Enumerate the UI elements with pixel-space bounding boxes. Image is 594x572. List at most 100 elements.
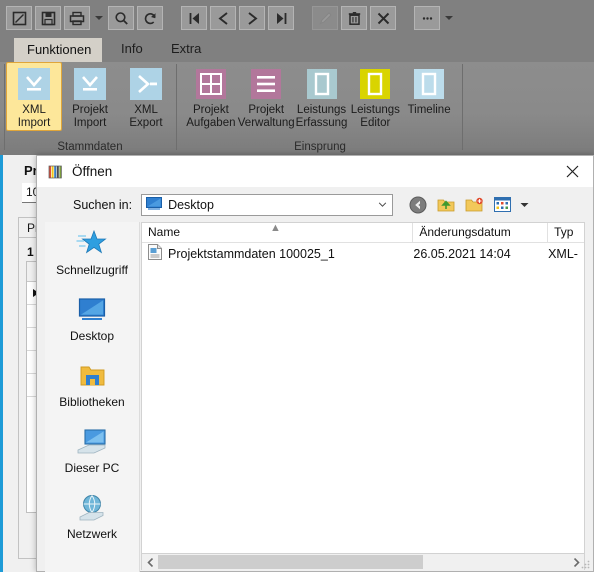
file-list: Name ▲ Änderungsdatum Typ Projektstammda… xyxy=(141,222,585,554)
open-file-dialog: Öffnen Suchen in: Desktop Schnellzugriff… xyxy=(36,155,594,572)
dialog-titlebar: Öffnen xyxy=(37,156,593,187)
close-icon[interactable] xyxy=(551,156,593,187)
view-menu-icon[interactable] xyxy=(491,194,513,216)
column-header-name-label: Name xyxy=(148,225,181,239)
sidebar-item-dieser-pc[interactable]: Dieser PC xyxy=(45,420,139,486)
cancel-x-icon[interactable] xyxy=(370,6,396,30)
ribbon-button-xml-export-label: XML Export xyxy=(129,104,163,129)
ribbon-button-leistungs-editor[interactable]: Leistungs Editor xyxy=(348,62,402,130)
tab-info-label: Info xyxy=(121,41,143,56)
xml-export-icon xyxy=(129,67,163,101)
column-header-name[interactable]: Name ▲ xyxy=(142,222,414,242)
sidebar-item-schnellzugriff[interactable]: Schnellzugriff xyxy=(45,222,139,288)
file-list-item-type: XML- xyxy=(548,246,578,261)
up-one-level-icon[interactable] xyxy=(435,194,457,216)
ribbon-button-leistungs-erfassung-label: Leistungs Erfassung xyxy=(295,104,348,129)
new-document-icon[interactable] xyxy=(6,6,32,30)
dialog-body: Schnellzugriff Desktop Bibliotheken Dies… xyxy=(37,222,593,572)
delete-trash-icon[interactable] xyxy=(341,6,367,30)
look-in-value: Desktop xyxy=(168,197,214,212)
scroll-left-icon[interactable] xyxy=(142,554,158,570)
scrollbar-thumb[interactable] xyxy=(158,555,423,569)
sort-indicator-icon: ▲ xyxy=(270,222,281,234)
refresh-icon[interactable] xyxy=(137,6,163,30)
openfile-colorbars-icon xyxy=(47,163,64,180)
more-options-caret[interactable] xyxy=(443,6,455,30)
tab-extra[interactable]: Extra xyxy=(158,36,214,62)
desktop-monitor-icon xyxy=(146,196,163,213)
sidebar-item-netzwerk-label: Netzwerk xyxy=(66,527,117,541)
more-options-icon[interactable] xyxy=(414,6,440,30)
sidebar-item-dieser-pc-label: Dieser PC xyxy=(64,461,120,475)
next-record-icon[interactable] xyxy=(239,6,265,30)
ribbon-button-projekt-verwaltung[interactable]: Projekt Verwaltung xyxy=(238,62,295,130)
ribbon-group-stammdaten-label: Stammdaten xyxy=(57,141,123,153)
ribbon-button-xml-import-label: XML Import xyxy=(17,104,51,129)
sidebar-item-netzwerk[interactable]: Netzwerk xyxy=(45,486,139,552)
column-header-type-label: Typ xyxy=(554,225,574,239)
column-header-type[interactable]: Typ xyxy=(548,223,584,242)
sidebar-item-bibliotheken[interactable]: Bibliotheken xyxy=(45,354,139,420)
projekt-import-icon xyxy=(73,67,107,101)
ribbon-button-projekt-import[interactable]: Projekt Import xyxy=(62,62,118,130)
last-record-icon[interactable] xyxy=(268,6,294,30)
resize-grip-icon[interactable] xyxy=(580,559,590,569)
leistungs-editor-icon xyxy=(358,67,392,101)
ribbon-button-xml-import[interactable]: XML Import xyxy=(6,62,63,131)
create-new-folder-icon[interactable] xyxy=(463,194,485,216)
ribbon-button-timeline-label: Timeline xyxy=(407,104,451,116)
ribbon-button-projekt-aufgaben[interactable]: Projekt Aufgaben xyxy=(184,62,238,130)
print-icon[interactable] xyxy=(64,6,90,30)
quick-access-toolbar xyxy=(0,0,594,36)
back-navigation-icon[interactable] xyxy=(407,194,429,216)
application-window: Funktionen Info Extra XML Import Projekt… xyxy=(0,0,594,572)
file-list-header: Name ▲ Änderungsdatum Typ xyxy=(142,222,584,243)
file-list-item-name: Projektstammdaten 100025_1 xyxy=(168,246,335,261)
previous-record-icon[interactable] xyxy=(210,6,236,30)
print-dropdown-caret[interactable] xyxy=(93,6,105,30)
edit-pencil-icon xyxy=(312,6,338,30)
file-list-item-modified: 26.05.2021 14:04 xyxy=(413,246,511,261)
sidebar-item-schnellzugriff-label: Schnellzugriff xyxy=(56,263,128,277)
this-pc-icon xyxy=(76,424,108,460)
tab-info[interactable]: Info xyxy=(108,36,156,62)
projekt-verwaltung-icon xyxy=(249,67,283,101)
ribbon-button-projekt-aufgaben-label: Projekt Aufgaben xyxy=(186,104,236,129)
xml-file-icon xyxy=(148,244,162,263)
ribbon-group-stammdaten: XML Import Projekt Import XML Export Sta… xyxy=(6,62,174,155)
look-in-bar: Suchen in: Desktop xyxy=(37,187,593,222)
tab-funktionen[interactable]: Funktionen xyxy=(14,38,102,62)
ribbon-button-leistungs-erfassung[interactable]: Leistungs Erfassung xyxy=(295,62,349,130)
ribbon-panel: XML Import Projekt Import XML Export Sta… xyxy=(0,62,594,156)
tab-extra-label: Extra xyxy=(171,41,202,56)
column-header-modified[interactable]: Änderungsdatum xyxy=(413,223,549,242)
ribbon-button-xml-export[interactable]: XML Export xyxy=(118,62,174,130)
save-icon[interactable] xyxy=(35,6,61,30)
sidebar-item-desktop-label: Desktop xyxy=(69,329,115,343)
ribbon-button-projekt-import-label: Projekt Import xyxy=(72,104,108,129)
column-header-modified-label: Änderungsdatum xyxy=(419,225,511,239)
first-record-icon[interactable] xyxy=(181,6,207,30)
ribbon-group-einsprung: Projekt Aufgaben Projekt Verwaltung Leis… xyxy=(184,62,456,155)
file-list-item[interactable]: Projektstammdaten 100025_1 26.05.2021 14… xyxy=(142,243,584,264)
sidebar-item-bibliotheken-label: Bibliotheken xyxy=(59,395,125,409)
ribbon-button-projekt-verwaltung-label: Projekt Verwaltung xyxy=(237,104,295,129)
search-icon[interactable] xyxy=(108,6,134,30)
ribbon-group-einsprung-label: Einsprung xyxy=(294,141,346,153)
scrollbar-track[interactable] xyxy=(158,554,568,570)
leistungs-erfassung-icon xyxy=(305,67,339,101)
dialog-title: Öffnen xyxy=(72,164,113,179)
quick-access-star-icon xyxy=(76,226,108,262)
ribbon-button-timeline[interactable]: Timeline xyxy=(402,62,456,117)
chevron-down-icon xyxy=(372,202,392,207)
tab-funktionen-label: Funktionen xyxy=(27,42,92,57)
network-globe-icon xyxy=(76,490,108,526)
file-list-horizontal-scrollbar[interactable] xyxy=(141,554,585,570)
look-in-combo[interactable]: Desktop xyxy=(141,193,394,216)
ribbon-button-leistungs-editor-label: Leistungs Editor xyxy=(350,104,400,129)
places-sidebar: Schnellzugriff Desktop Bibliotheken Dies… xyxy=(45,222,140,572)
view-menu-caret[interactable] xyxy=(519,194,530,216)
desktop-monitor-icon xyxy=(77,292,107,328)
ribbon-tabstrip: Funktionen Info Extra xyxy=(0,36,594,62)
sidebar-item-desktop[interactable]: Desktop xyxy=(45,288,139,354)
